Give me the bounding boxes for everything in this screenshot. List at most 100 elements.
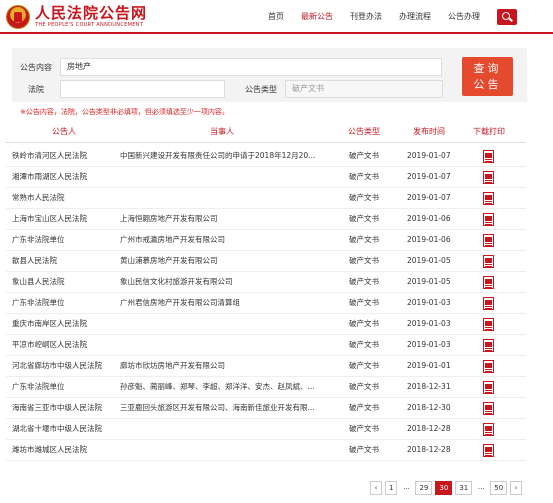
content-input[interactable]: 房地产 — [60, 58, 442, 76]
cell-date: 2018-12-28 — [407, 424, 451, 433]
table-row[interactable]: 潍坊市潍城区人民法院 破产文书 2018-12-28 — [6, 440, 526, 461]
pdf-download-icon[interactable] — [483, 171, 494, 184]
cell-party[interactable]: 广州市戒瀛房地产开发有限公司 — [120, 230, 340, 250]
table-row[interactable]: 湘潭市雨湖区人民法院 破产文书 2019-01-07 — [6, 167, 526, 188]
query-button[interactable]: 查询 公告 — [462, 57, 513, 96]
pdf-download-icon[interactable] — [483, 255, 494, 268]
pager-page[interactable]: 31 — [455, 481, 473, 495]
cell-type: 破产文书 — [349, 256, 379, 265]
cell-announcer[interactable]: 平凉市崆峒区人民法院 — [12, 335, 122, 355]
pdf-download-icon[interactable] — [483, 402, 494, 415]
table-row[interactable]: 广东非法院单位 广州市戒瀛房地产开发有限公司 破产文书 2019-01-06 — [6, 230, 526, 251]
pdf-download-icon[interactable] — [483, 213, 494, 226]
pdf-download-icon[interactable] — [483, 444, 494, 457]
cell-date: 2019-01-03 — [407, 340, 451, 349]
cell-announcer[interactable]: 上海市宝山区人民法院 — [12, 209, 122, 229]
cell-party[interactable]: 上海恒翾房地产开发有限公司 — [120, 209, 340, 229]
cell-party[interactable]: 廊坊市欣坊房地产开发有限公司 — [120, 356, 340, 376]
nav-publish-method[interactable]: 刊登办法 — [350, 0, 382, 34]
cell-party[interactable] — [120, 419, 340, 439]
pager-page[interactable]: 1 — [385, 481, 398, 495]
cell-party[interactable] — [120, 314, 340, 334]
pdf-download-icon[interactable] — [483, 234, 494, 247]
pdf-download-icon[interactable] — [483, 360, 494, 373]
cell-date: 2019-01-05 — [407, 277, 451, 286]
cell-type: 破产文书 — [349, 277, 379, 286]
table-row[interactable]: 广东非法院单位 广州君信房地产开发有限公司清算组 破产文书 2019-01-03 — [6, 293, 526, 314]
cell-party[interactable]: 中国新兴建设开发有限责任公司的申请于2018年12月20... — [120, 146, 340, 166]
cell-announcer[interactable]: 广东非法院单位 — [12, 293, 122, 313]
cell-party[interactable] — [120, 440, 340, 460]
nav-apply[interactable]: 公告办理 — [448, 0, 480, 34]
site-logo[interactable]: 人民法院公告网 THE PEOPLE'S COURT ANNOUNCEMENT — [6, 3, 147, 31]
cell-announcer[interactable]: 广东非法院单位 — [12, 230, 122, 250]
logo-title: 人民法院公告网 — [35, 4, 148, 22]
main-nav: 首页 最新公告 刊登办法 办理流程 公告办理 我的 — [268, 0, 530, 34]
pager-page[interactable]: 30 — [435, 481, 453, 495]
cell-party[interactable] — [120, 188, 340, 208]
cell-announcer[interactable]: 海南省三亚市中级人民法院 — [12, 398, 122, 418]
cell-announcer[interactable]: 潍坊市潍城区人民法院 — [12, 440, 122, 460]
pager-page[interactable]: 50 — [490, 481, 508, 495]
pdf-download-icon[interactable] — [483, 318, 494, 331]
table-row[interactable]: 湖北省十堰市中级人民法院 破产文书 2018-12-28 — [6, 419, 526, 440]
cell-party[interactable]: 广州君信房地产开发有限公司清算组 — [120, 293, 340, 313]
cell-party[interactable]: 三亚鹿回头旅游区开发有限公司、海南新佳旅业开发有限... — [120, 398, 340, 418]
query-button-label-2: 公告 — [473, 78, 502, 91]
table-row[interactable]: 铁岭市清河区人民法院 中国新兴建设开发有限责任公司的申请于2018年12月20..… — [6, 146, 526, 167]
cell-announcer[interactable]: 象山县人民法院 — [12, 272, 122, 292]
cell-party[interactable]: 黄山浦慕房地产开发有限公司 — [120, 251, 340, 271]
cell-announcer[interactable]: 河北省廊坊市中级人民法院 — [12, 356, 122, 376]
pager-prev-icon[interactable]: ‹ — [370, 481, 382, 495]
cell-party[interactable] — [120, 335, 340, 355]
pdf-download-icon[interactable] — [483, 381, 494, 394]
nav-latest[interactable]: 最新公告 — [301, 0, 333, 34]
cell-party[interactable] — [120, 167, 340, 187]
cell-announcer[interactable]: 广东非法院单位 — [12, 377, 122, 397]
search-icon[interactable] — [497, 9, 517, 25]
col-date: 发布时间 — [413, 127, 445, 136]
pager-page[interactable]: 29 — [415, 481, 433, 495]
cell-type: 破产文书 — [349, 403, 379, 412]
nav-home[interactable]: 首页 — [268, 0, 284, 34]
type-select[interactable]: 破产文书 — [285, 80, 443, 98]
query-button-label-1: 查询 — [473, 62, 502, 75]
table-row[interactable]: 象山县人民法院 象山民信文化村旅游开发有限公司 破产文书 2019-01-05 — [6, 272, 526, 293]
cell-announcer[interactable]: 歙县人民法院 — [12, 251, 122, 271]
cell-party[interactable]: 象山民信文化村旅游开发有限公司 — [120, 272, 340, 292]
cell-announcer[interactable]: 铁岭市清河区人民法院 — [12, 146, 122, 166]
form-note: ※公告内容，法院，公告类型非必填项，但必须填选至少一项内容。 — [20, 108, 229, 116]
pdf-download-icon[interactable] — [483, 339, 494, 352]
cell-party[interactable]: 孙彦魁、蔺丽峰、郑琴、李超、郑洋洋、安杰、赵凤斌、... — [120, 377, 340, 397]
cell-type: 破产文书 — [349, 298, 379, 307]
table-row[interactable]: 重庆市南岸区人民法院 破产文书 2019-01-03 — [6, 314, 526, 335]
cell-type: 破产文书 — [349, 193, 379, 202]
cell-announcer[interactable]: 重庆市南岸区人民法院 — [12, 314, 122, 334]
court-label: 法院 — [28, 84, 44, 94]
pdf-download-icon[interactable] — [483, 276, 494, 289]
pager-ellipsis: ... — [400, 481, 413, 495]
table-row[interactable]: 广东非法院单位 孙彦魁、蔺丽峰、郑琴、李超、郑洋洋、安杰、赵凤斌、... 破产文书 2… — [6, 377, 526, 398]
table-row[interactable]: 上海市宝山区人民法院 上海恒翾房地产开发有限公司 破产文书 2019-01-06 — [6, 209, 526, 230]
table-row[interactable]: 平凉市崆峒区人民法院 破产文书 2019-01-03 — [6, 335, 526, 356]
site-header: 人民法院公告网 THE PEOPLE'S COURT ANNOUNCEMENT … — [0, 0, 553, 34]
court-input[interactable] — [60, 80, 225, 98]
pdf-download-icon[interactable] — [483, 192, 494, 205]
cell-announcer[interactable]: 湘潭市雨湖区人民法院 — [12, 167, 122, 187]
table-row[interactable]: 歙县人民法院 黄山浦慕房地产开发有限公司 破产文书 2019-01-05 — [6, 251, 526, 272]
nav-process[interactable]: 办理流程 — [399, 0, 431, 34]
cell-type: 破产文书 — [349, 445, 379, 454]
cell-date: 2018-12-31 — [407, 382, 451, 391]
table-row[interactable]: 河北省廊坊市中级人民法院 廊坊市欣坊房地产开发有限公司 破产文书 2019-01-01 — [6, 356, 526, 377]
cell-announcer[interactable]: 常熟市人民法院 — [12, 188, 122, 208]
cell-date: 2019-01-07 — [407, 151, 451, 160]
table-row[interactable]: 海南省三亚市中级人民法院 三亚鹿回头旅游区开发有限公司、海南新佳旅业开发有限...… — [6, 398, 526, 419]
pdf-download-icon[interactable] — [483, 150, 494, 163]
table-row[interactable]: 常熟市人民法院 破产文书 2019-01-07 — [6, 188, 526, 209]
pager-next-icon[interactable]: › — [510, 481, 523, 495]
pdf-download-icon[interactable] — [483, 297, 494, 310]
cell-date: 2019-01-07 — [407, 193, 451, 202]
court-field: 法院 — [12, 80, 225, 98]
cell-announcer[interactable]: 湖北省十堰市中级人民法院 — [12, 419, 122, 439]
pdf-download-icon[interactable] — [483, 423, 494, 436]
